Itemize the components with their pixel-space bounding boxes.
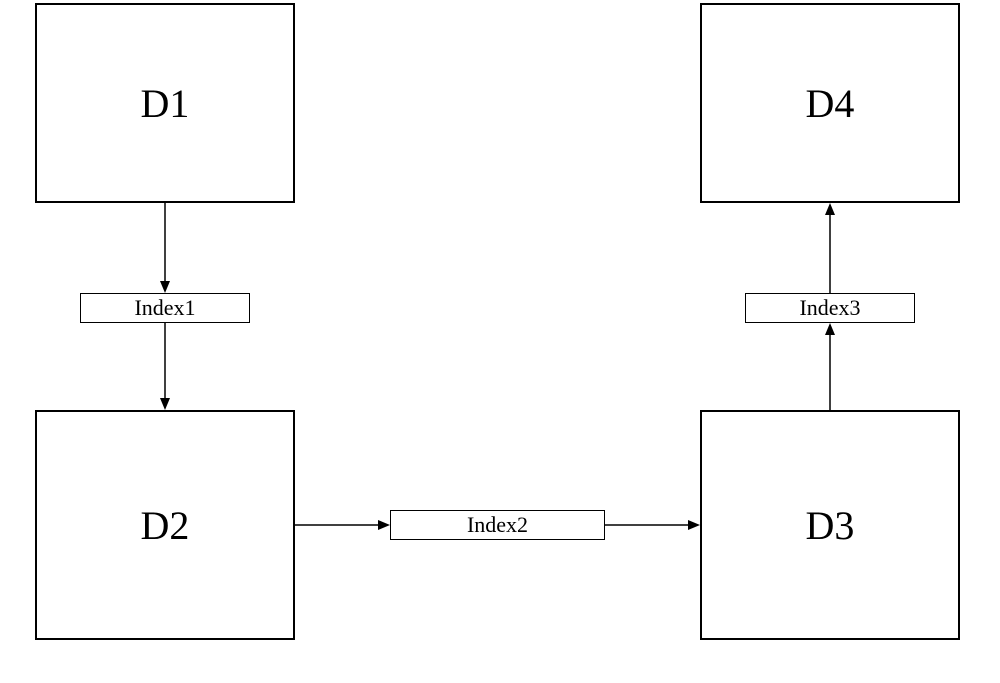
arrow-index2-to-d3 bbox=[605, 520, 700, 530]
index-box-2: Index2 bbox=[390, 510, 605, 540]
node-d2-label: D2 bbox=[141, 502, 190, 549]
node-d1-label: D1 bbox=[141, 80, 190, 127]
arrow-index3-to-d4 bbox=[825, 203, 835, 293]
node-d3: D3 bbox=[700, 410, 960, 640]
arrow-index1-to-d2 bbox=[160, 323, 170, 410]
node-d3-label: D3 bbox=[806, 502, 855, 549]
arrow-d3-to-index3 bbox=[825, 323, 835, 410]
index2-label: Index2 bbox=[467, 512, 528, 538]
index-box-1: Index1 bbox=[80, 293, 250, 323]
index3-label: Index3 bbox=[799, 295, 860, 321]
arrow-d1-to-index1 bbox=[160, 203, 170, 293]
arrow-d2-to-index2 bbox=[295, 520, 390, 530]
node-d1: D1 bbox=[35, 3, 295, 203]
node-d4-label: D4 bbox=[806, 80, 855, 127]
node-d2: D2 bbox=[35, 410, 295, 640]
node-d4: D4 bbox=[700, 3, 960, 203]
index-box-3: Index3 bbox=[745, 293, 915, 323]
index1-label: Index1 bbox=[134, 295, 195, 321]
